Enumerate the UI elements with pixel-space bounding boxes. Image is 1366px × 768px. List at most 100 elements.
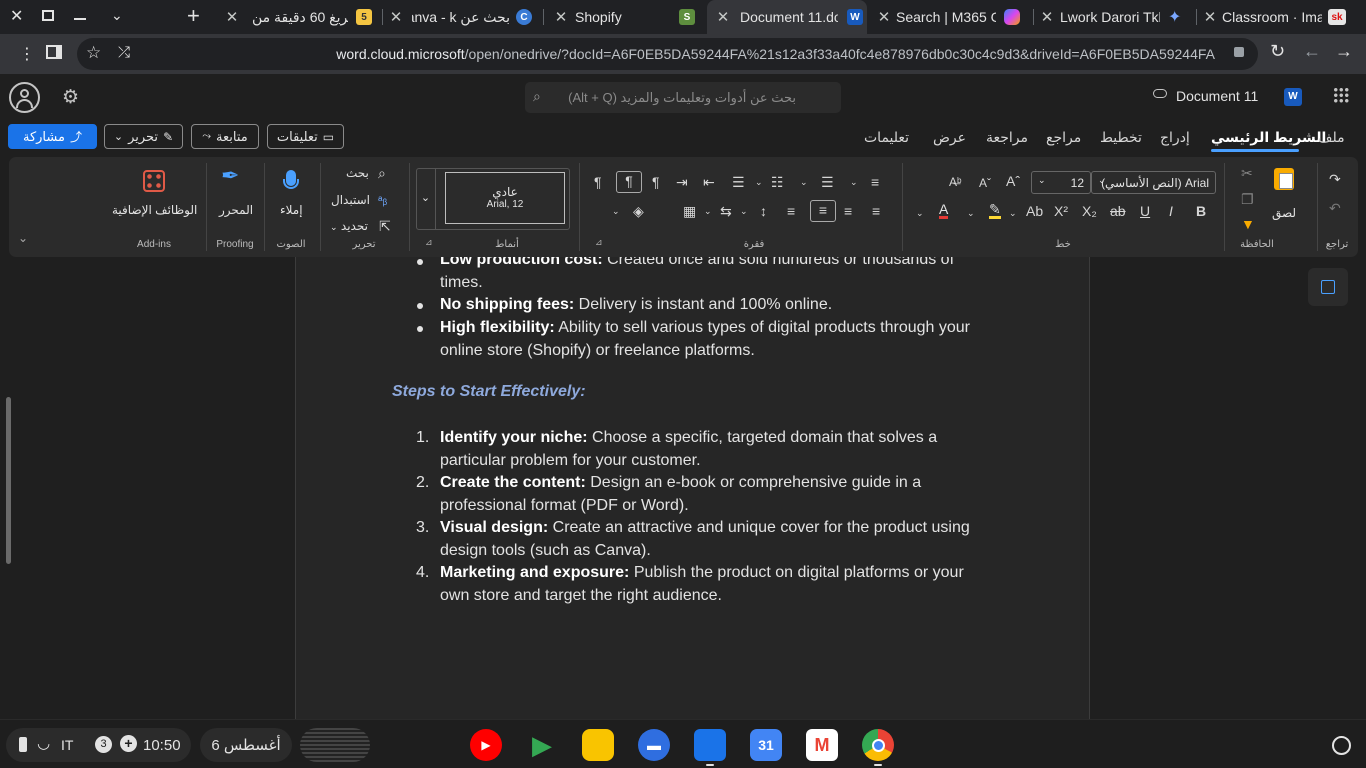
list-item[interactable]: No shipping fees: Delivery is instant an…: [440, 296, 832, 314]
close-tab-icon[interactable]: ✕: [224, 8, 240, 26]
tab-view[interactable]: عرض: [933, 129, 966, 146]
close-tab-icon[interactable]: ✕: [1039, 8, 1055, 26]
subscript-icon[interactable]: X₂: [1082, 202, 1097, 220]
line-spacing-icon[interactable]: ↕: [760, 202, 767, 220]
find-magnifier-icon[interactable]: ⌕: [378, 164, 386, 182]
format-painter-icon[interactable]: ▼: [1241, 215, 1255, 233]
list-item[interactable]: Identify your niche: Choose a specific, …: [440, 429, 937, 447]
align-center-icon[interactable]: ≡: [844, 202, 852, 220]
rtl-paragraph-icon[interactable]: ¶: [594, 173, 602, 191]
catch-up-button[interactable]: ⤳ متابعة: [191, 124, 259, 149]
superscript-icon[interactable]: X²: [1054, 202, 1068, 220]
font-color-icon[interactable]: A: [939, 202, 949, 219]
close-tab-icon[interactable]: ✕: [876, 8, 892, 26]
tab-layout[interactable]: تخطيط: [1100, 129, 1142, 146]
chevron-down-icon[interactable]: ⌄: [850, 173, 858, 191]
vertical-scrollbar[interactable]: [6, 397, 11, 564]
document-title[interactable]: Document 11: [1176, 88, 1258, 104]
search-box[interactable]: ⌕ بحث عن أدوات وتعليمات والمزيد (Alt + Q…: [525, 82, 841, 113]
select-dropdown[interactable]: ⌄ تحديد: [330, 219, 368, 233]
italic-icon[interactable]: I: [1169, 202, 1173, 220]
dictate-label[interactable]: إملاء: [280, 203, 303, 217]
tab-insert[interactable]: إدراج: [1160, 129, 1190, 146]
style-normal[interactable]: عادي Arial, 12: [445, 172, 565, 224]
paste-icon[interactable]: [1274, 168, 1294, 190]
chrome-icon[interactable]: [862, 729, 894, 761]
justify-icon[interactable]: ≡: [871, 173, 879, 191]
tab-shopify[interactable]: ✕ Shopify S: [553, 0, 697, 34]
bold-icon[interactable]: B: [1196, 202, 1206, 220]
tab-document-11[interactable]: ✕ Document 11.doc W: [707, 0, 867, 34]
play-store-icon[interactable]: ▶: [526, 729, 558, 761]
url-text[interactable]: word.cloud.microsoft/open/onedrive/?docI…: [336, 46, 1215, 62]
multilevel-list-icon[interactable]: ☰: [732, 173, 745, 191]
copy-icon[interactable]: ❐: [1241, 190, 1254, 208]
gmail-icon[interactable]: M: [806, 729, 838, 761]
chevron-down-icon[interactable]: ⌄: [967, 204, 975, 222]
list-item[interactable]: Low production cost: Created once and so…: [440, 257, 954, 269]
undo-icon[interactable]: ↶: [1329, 199, 1341, 217]
tab-tafrigh[interactable]: ✕ تفريغ 60 دقيقة من 5: [224, 0, 374, 34]
list-item-continuation[interactable]: professional format (PDF or Word).: [440, 497, 689, 515]
omnibox[interactable]: ☆ ⤮ word.cloud.microsoft/open/onedrive/?…: [77, 38, 1258, 70]
bookmark-star-icon[interactable]: ☆: [86, 43, 101, 63]
replace-label[interactable]: استبدال: [331, 193, 370, 207]
numbered-list-icon[interactable]: ☷: [771, 173, 784, 191]
ribbon-expand-chevron-icon[interactable]: ⌄: [18, 231, 28, 245]
bullet-list-icon[interactable]: ☰: [821, 173, 834, 191]
youtube-icon[interactable]: ▶: [470, 729, 502, 761]
tab-canva[interactable]: ✕ بحث عن Canva - k C: [388, 0, 536, 34]
editing-mode-button[interactable]: ⌄ تحرير ✎: [104, 124, 183, 149]
chevron-down-icon[interactable]: ⌄: [704, 202, 712, 220]
tab-help[interactable]: تعليمات: [864, 129, 909, 146]
paragraph-launcher-icon[interactable]: ⊿: [595, 237, 603, 248]
side-panel-icon[interactable]: [46, 45, 62, 59]
replace-icon[interactable]: ᵃᵦ: [378, 191, 387, 209]
tab-lwork[interactable]: ✕ Lwork Darori Tkhi ✦: [1039, 0, 1189, 34]
tab-references[interactable]: مراجع: [1046, 129, 1081, 146]
align-justify-icon[interactable]: ≡: [787, 202, 795, 220]
list-item[interactable]: Marketing and exposure: Publish the prod…: [440, 564, 964, 582]
addins-label[interactable]: الوظائف الإضافية: [112, 203, 197, 217]
strikethrough-icon[interactable]: ab: [1110, 202, 1126, 220]
align-right-icon[interactable]: ≡: [872, 202, 880, 220]
styles-more-chevron-icon[interactable]: ⌄: [416, 168, 436, 230]
launcher-icon[interactable]: [1332, 736, 1351, 755]
chevron-down-icon[interactable]: ⌄: [1009, 204, 1017, 222]
lock-icon[interactable]: [1234, 47, 1244, 57]
files-yellow-icon[interactable]: [582, 729, 614, 761]
close-tab-icon[interactable]: ✕: [1202, 8, 1218, 26]
side-pane-button[interactable]: [1308, 268, 1348, 306]
clear-formatting-icon[interactable]: A̶ᵇ: [949, 173, 962, 191]
restore-window-icon[interactable]: [42, 10, 54, 21]
status-tray[interactable]: ◡ IT 3 + 10:50: [6, 728, 191, 762]
chevron-down-icon[interactable]: ⌄: [612, 202, 620, 220]
editor-pen-icon[interactable]: ✒: [221, 165, 239, 187]
list-item-continuation[interactable]: times.: [440, 274, 483, 292]
chevron-down-icon[interactable]: ⌄: [916, 204, 924, 222]
cut-icon[interactable]: ✂: [1241, 164, 1253, 182]
forward-icon[interactable]: →: [1335, 41, 1353, 62]
ltr-paragraph-icon[interactable]: ¶: [652, 173, 660, 191]
list-item-continuation[interactable]: own store and target the right audience.: [440, 587, 722, 605]
messages-icon[interactable]: ▬: [638, 729, 670, 761]
tab-search-chevron-icon[interactable]: ⌄: [111, 7, 123, 24]
decrease-indent-icon[interactable]: ⇤: [703, 173, 715, 191]
tab-m365-search[interactable]: ✕ Search | M365 Co: [876, 0, 1026, 34]
direction-icon[interactable]: ⇆: [720, 202, 732, 220]
show-formatting-icon[interactable]: ¶: [616, 171, 642, 193]
date-tray[interactable]: 6 أغسطس: [200, 728, 292, 762]
chevron-down-icon[interactable]: ⌄: [740, 202, 748, 220]
account-avatar-icon[interactable]: [9, 82, 40, 113]
list-item[interactable]: Visual design: Create an attractive and …: [440, 519, 970, 537]
font-name-box[interactable]: ⌄ Arial (النص الأساسي): [1091, 171, 1216, 194]
underline-icon[interactable]: U: [1140, 202, 1150, 220]
addins-icon[interactable]: [143, 170, 165, 192]
tab-file[interactable]: ملف: [1318, 129, 1345, 146]
share-icon[interactable]: ⤮: [118, 44, 130, 61]
change-case-icon[interactable]: Ab: [1026, 202, 1043, 220]
close-tab-icon[interactable]: ✕: [388, 8, 404, 26]
find-label[interactable]: بحث: [346, 166, 369, 180]
screen-capture-thumbnail[interactable]: [300, 728, 370, 762]
paste-label[interactable]: لصق: [1272, 206, 1296, 220]
